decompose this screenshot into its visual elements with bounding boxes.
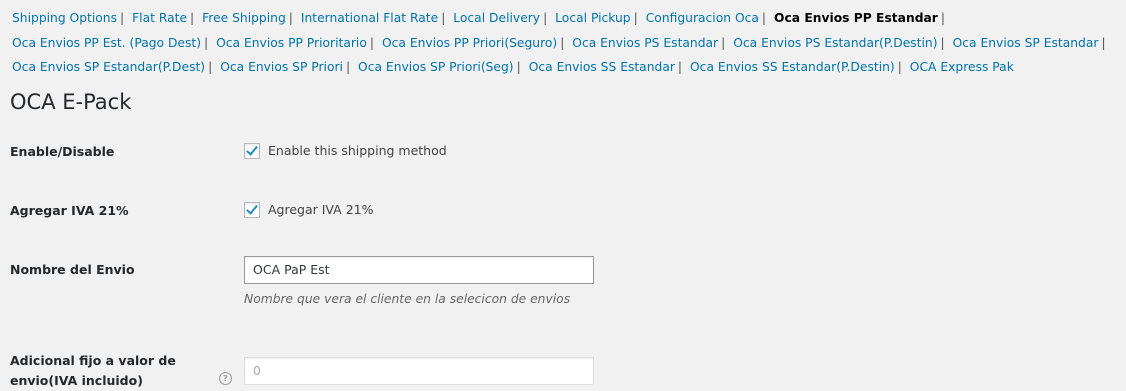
iva-checkbox[interactable] [244, 202, 260, 218]
nav-link[interactable]: Oca Envios SP Priori [220, 60, 343, 74]
additional-fee-label-line1: Adicional fijo a valor de [10, 353, 176, 368]
nav-separator: | [721, 35, 726, 50]
nav-item: Oca Envios SS Estandar(P.Destin) | [690, 60, 906, 74]
nav-separator: | [677, 60, 683, 74]
nav-link[interactable]: Oca Envios SS Estandar(P.Destin) [690, 60, 895, 74]
nav-separator: | [560, 35, 565, 50]
shipping-section-nav: Shipping Options | Flat Rate | Free Shippi… [12, 6, 1120, 80]
nav-separator: | [1101, 35, 1106, 50]
nav-separator: | [543, 11, 548, 25]
nav-item: Local Pickup | [555, 11, 642, 25]
nav-item: Oca Envios PS Estandar(P.Destin) | [733, 36, 948, 50]
nav-item: Oca Envios SP Estandar | [953, 36, 1110, 50]
question-mark-icon[interactable]: ? [219, 372, 232, 385]
nav-link[interactable]: Oca Envios SS Estandar [529, 60, 675, 74]
nav-item: Oca Envios PP Prioritario | [216, 36, 378, 50]
enable-disable-label: Enable/Disable [10, 144, 115, 159]
nav-link[interactable]: Oca Envios PS Estandar [572, 36, 718, 50]
nav-item: Oca Envios SP Priori | [220, 60, 354, 74]
nav-item: Oca Envios PP Estandar | [774, 11, 949, 25]
enable-checkbox[interactable] [244, 143, 260, 159]
nav-link[interactable]: Free Shipping [202, 11, 286, 25]
nav-separator: | [516, 60, 521, 74]
nav-separator: | [288, 11, 293, 25]
nav-item: Oca Envios SS Estandar | [529, 60, 686, 74]
additional-fee-placeholder: 0 [253, 363, 261, 378]
shipping-name-label: Nombre del Envio [10, 262, 135, 277]
nav-separator: | [633, 11, 638, 25]
nav-link[interactable]: Configuracion Oca [646, 11, 759, 25]
nav-link[interactable]: OCA Express Pak [910, 60, 1014, 74]
shipping-name-input[interactable]: OCA PaP Est [244, 256, 594, 284]
nav-link[interactable]: Flat Rate [132, 11, 187, 25]
checkmark-icon [246, 202, 258, 215]
nav-link[interactable]: International Flat Rate [301, 11, 438, 25]
iva-label: Agregar IVA 21% [10, 203, 129, 218]
additional-fee-label-line2: envio(IVA incluido) [10, 373, 143, 388]
nav-separator: | [120, 11, 125, 25]
nav-item: Local Delivery | [453, 11, 551, 25]
nav-link[interactable]: Oca Envios PP Priori(Seguro) [382, 36, 557, 50]
enable-checkbox-label[interactable]: Enable this shipping method [268, 141, 447, 161]
nav-separator: | [345, 60, 351, 74]
nav-item: Oca Envios PP Est. (Pago Dest) | [12, 36, 212, 50]
nav-separator: | [761, 11, 767, 25]
nav-separator: | [208, 60, 213, 74]
shipping-name-description: Nombre que vera el cliente en la selecic… [244, 292, 571, 306]
nav-link[interactable]: Oca Envios PS Estandar(P.Destin) [733, 36, 937, 50]
nav-link-current[interactable]: Oca Envios PP Estandar [774, 11, 938, 25]
nav-item: Shipping Options | [12, 11, 128, 25]
nav-link[interactable]: Shipping Options [12, 11, 117, 25]
nav-separator: | [940, 11, 946, 25]
nav-link[interactable]: Oca Envios SP Estandar [953, 36, 1099, 50]
nav-link[interactable]: Oca Envios PP Est. (Pago Dest) [12, 36, 201, 50]
nav-item: OCA Express Pak [910, 60, 1014, 74]
nav-separator: | [897, 60, 902, 74]
checkmark-icon [246, 143, 258, 156]
nav-separator: | [441, 11, 446, 25]
nav-item: Oca Envios PS Estandar | [572, 36, 729, 50]
nav-link[interactable]: Oca Envios SP Estandar(P.Dest) [12, 60, 205, 74]
iva-checkbox-label[interactable]: Agregar IVA 21% [268, 200, 374, 220]
nav-item: International Flat Rate | [301, 11, 450, 25]
nav-link[interactable]: Oca Envios PP Prioritario [216, 36, 367, 50]
nav-link[interactable]: Local Delivery [453, 11, 540, 25]
nav-link[interactable]: Local Pickup [555, 11, 630, 25]
nav-item: Oca Envios SP Priori(Seg) | [358, 60, 525, 74]
additional-fee-input[interactable]: 0 [244, 357, 594, 385]
nav-item: Oca Envios SP Estandar(P.Dest) | [12, 60, 216, 74]
nav-item: Flat Rate | [132, 11, 198, 25]
nav-separator: | [369, 35, 375, 50]
nav-separator: | [190, 11, 195, 25]
nav-link[interactable]: Oca Envios SP Priori(Seg) [358, 60, 514, 74]
nav-item: Oca Envios PP Priori(Seguro) | [382, 36, 568, 50]
nav-separator: | [940, 35, 945, 50]
nav-item: Configuracion Oca | [646, 11, 770, 25]
section-title: OCA E-Pack [10, 90, 132, 114]
nav-item: Free Shipping | [202, 11, 297, 25]
nav-separator: | [204, 35, 209, 50]
